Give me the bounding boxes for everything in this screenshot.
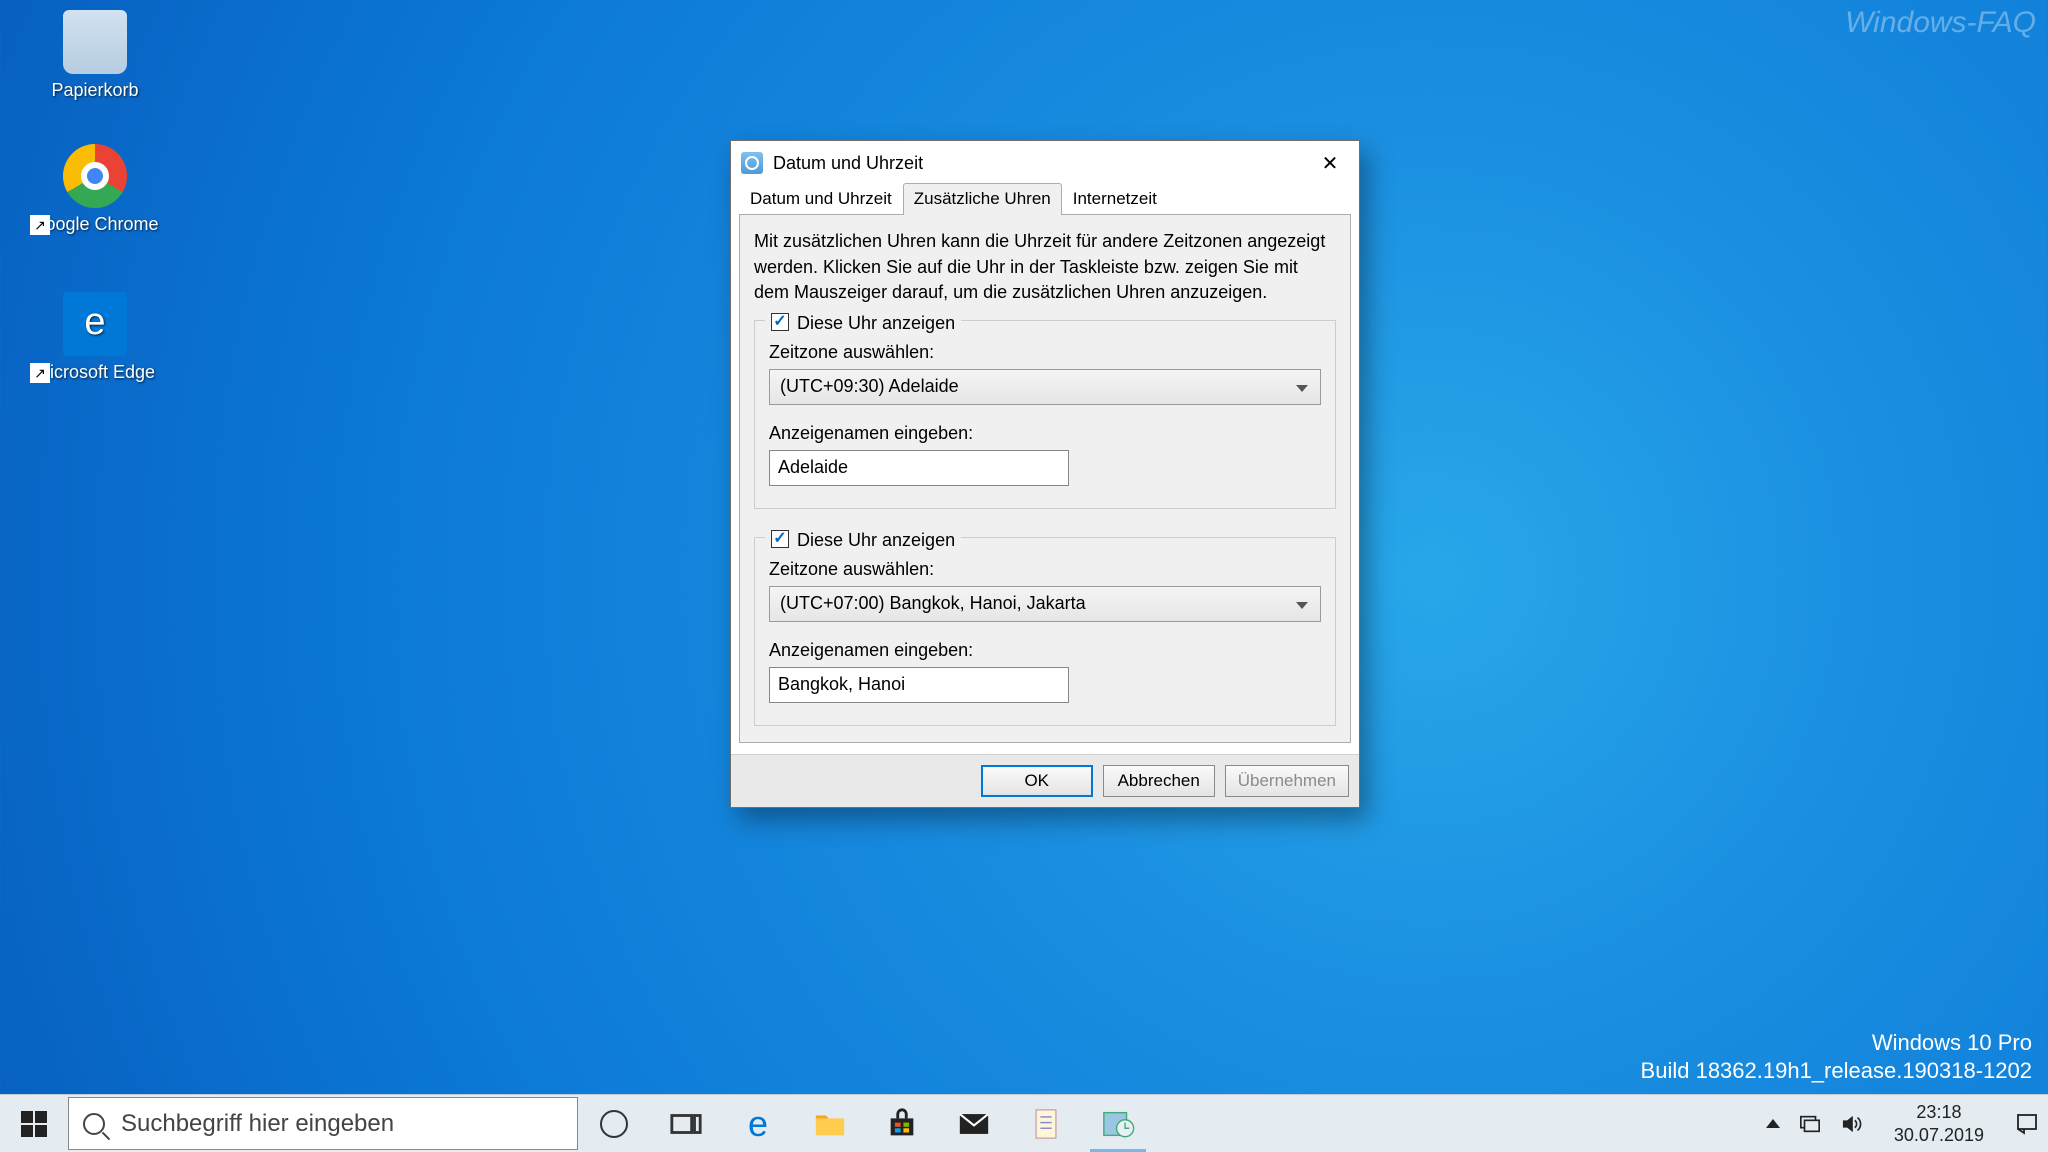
- taskbar-app-edge[interactable]: e: [722, 1095, 794, 1152]
- notepad-icon: [1029, 1107, 1063, 1141]
- cortana-icon: [600, 1110, 628, 1138]
- taskbar-app-mail[interactable]: [938, 1095, 1010, 1152]
- folder-icon: [813, 1107, 847, 1141]
- recycle-bin-icon: [63, 10, 127, 74]
- tray-network-icon[interactable]: [1798, 1113, 1822, 1135]
- clock1-show-label: Diese Uhr anzeigen: [797, 311, 955, 334]
- taskbar-apps: e: [578, 1095, 1154, 1152]
- desktop-icon-chrome[interactable]: ↗ Google Chrome: [30, 144, 160, 235]
- tray-notifications-icon[interactable]: [2014, 1112, 2040, 1136]
- search-placeholder: Suchbegriff hier eingeben: [121, 1110, 394, 1138]
- clock1-name-input[interactable]: [769, 450, 1069, 486]
- watermark-top: Windows-FAQ: [1845, 6, 2036, 40]
- clock2-timezone-select[interactable]: (UTC+07:00) Bangkok, Hanoi, Jakarta: [769, 586, 1321, 622]
- shortcut-overlay-icon: ↗: [30, 215, 50, 235]
- tray-clock[interactable]: 23:18 30.07.2019: [1882, 1101, 1996, 1146]
- taskbar-app-store[interactable]: [866, 1095, 938, 1152]
- date-time-dialog: Datum und Uhrzeit ✕ Datum und Uhrzeit Zu…: [730, 140, 1360, 808]
- clock2-group: Diese Uhr anzeigen Zeitzone auswählen: (…: [754, 537, 1336, 726]
- edge-icon: e: [748, 1103, 768, 1145]
- watermark-build: Build 18362.19h1_release.190318-1202: [1641, 1057, 2032, 1086]
- tray-date: 30.07.2019: [1894, 1124, 1984, 1147]
- clock-settings-icon: [741, 152, 763, 174]
- clock2-timezone-value: (UTC+07:00) Bangkok, Hanoi, Jakarta: [780, 593, 1086, 614]
- close-button[interactable]: ✕: [1301, 141, 1359, 185]
- clock1-show-checkbox[interactable]: [771, 313, 789, 331]
- clock2-name-label: Anzeigenamen eingeben:: [769, 640, 1321, 661]
- cortana-button[interactable]: [578, 1095, 650, 1152]
- start-button[interactable]: [0, 1095, 68, 1152]
- clock2-timezone-label: Zeitzone auswählen:: [769, 559, 1321, 580]
- watermark-os: Windows 10 Pro: [1641, 1029, 2032, 1058]
- mail-icon: [957, 1107, 991, 1141]
- clock1-timezone-label: Zeitzone auswählen:: [769, 342, 1321, 363]
- dialog-button-bar: OK Abbrechen Übernehmen: [731, 754, 1359, 807]
- taskbar-tray: 23:18 30.07.2019: [1758, 1095, 2048, 1152]
- dialog-title: Datum und Uhrzeit: [773, 153, 1301, 174]
- desktop-icon-label: Papierkorb: [30, 80, 160, 101]
- taskbar-app-notepad[interactable]: [1010, 1095, 1082, 1152]
- tray-volume-icon[interactable]: [1840, 1113, 1864, 1135]
- clock1-timezone-value: (UTC+09:30) Adelaide: [780, 376, 959, 397]
- shortcut-overlay-icon: ↗: [30, 363, 50, 383]
- taskbar-search-input[interactable]: Suchbegriff hier eingeben: [68, 1097, 578, 1150]
- cancel-button[interactable]: Abbrechen: [1103, 765, 1215, 797]
- taskbar-app-datetime[interactable]: [1082, 1095, 1154, 1152]
- clock2-name-input[interactable]: [769, 667, 1069, 703]
- chrome-icon: [63, 144, 127, 208]
- panel-description: Mit zusätzlichen Uhren kann die Uhrzeit …: [754, 229, 1336, 306]
- taskbar-app-explorer[interactable]: [794, 1095, 866, 1152]
- clock1-group: Diese Uhr anzeigen Zeitzone auswählen: (…: [754, 320, 1336, 509]
- tab-additional-clocks[interactable]: Zusätzliche Uhren: [903, 183, 1062, 215]
- windows-logo-icon: [21, 1111, 47, 1137]
- edge-icon: [63, 292, 127, 356]
- dialog-tabs: Datum und Uhrzeit Zusätzliche Uhren Inte…: [731, 183, 1359, 215]
- tray-overflow-button[interactable]: [1766, 1119, 1780, 1128]
- tab-panel-additional-clocks: Mit zusätzlichen Uhren kann die Uhrzeit …: [739, 214, 1351, 743]
- tab-internet-time[interactable]: Internetzeit: [1062, 183, 1168, 215]
- tab-date-time[interactable]: Datum und Uhrzeit: [739, 183, 903, 215]
- taskbar: Suchbegriff hier eingeben e: [0, 1094, 2048, 1152]
- apply-button[interactable]: Übernehmen: [1225, 765, 1349, 797]
- task-view-button[interactable]: [650, 1095, 722, 1152]
- desktop-icon-recycle-bin[interactable]: Papierkorb: [30, 10, 160, 101]
- clock2-show-checkbox[interactable]: [771, 530, 789, 548]
- clock1-name-label: Anzeigenamen eingeben:: [769, 423, 1321, 444]
- store-icon: [885, 1107, 919, 1141]
- close-icon: ✕: [1322, 151, 1339, 176]
- clock-settings-icon: [1101, 1107, 1135, 1141]
- desktop-icon-edge[interactable]: ↗ Microsoft Edge: [30, 292, 160, 383]
- tray-time: 23:18: [1894, 1101, 1984, 1124]
- clock1-timezone-select[interactable]: (UTC+09:30) Adelaide: [769, 369, 1321, 405]
- clock2-show-label: Diese Uhr anzeigen: [797, 528, 955, 551]
- ok-button[interactable]: OK: [981, 765, 1093, 797]
- dialog-titlebar[interactable]: Datum und Uhrzeit ✕: [731, 141, 1359, 185]
- watermark-bottom: Windows 10 Pro Build 18362.19h1_release.…: [1641, 1029, 2032, 1086]
- search-icon: [83, 1113, 105, 1135]
- task-view-icon: [669, 1107, 703, 1141]
